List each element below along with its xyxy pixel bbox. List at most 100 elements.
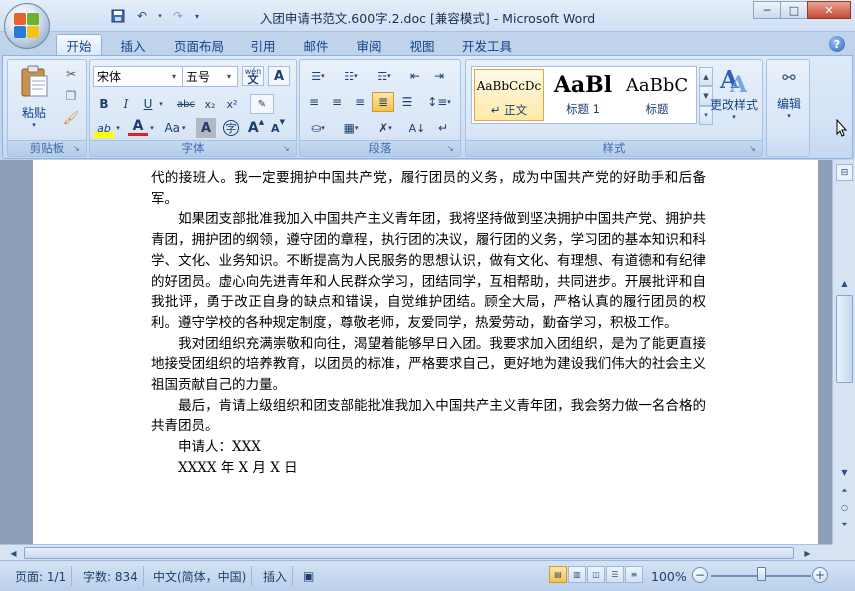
justify-button[interactable]: ≣ bbox=[372, 92, 394, 112]
font-size-combo[interactable]: 五号 ▾ bbox=[182, 66, 238, 87]
word-count[interactable]: 字数: 834 bbox=[78, 566, 144, 586]
style-heading-1[interactable]: AaBl 标题 1 bbox=[548, 69, 618, 121]
distributed-button[interactable]: ☰ bbox=[396, 92, 418, 112]
highlight-button[interactable]: ab bbox=[94, 118, 114, 138]
previous-page-icon[interactable]: ⏶ bbox=[836, 483, 853, 498]
zoom-level[interactable]: 100% bbox=[651, 566, 687, 586]
ruler-toggle-icon[interactable]: ⊟ bbox=[836, 164, 853, 181]
tab-developer[interactable]: 开发工具 bbox=[452, 34, 522, 56]
scroll-left-icon[interactable]: ◀ bbox=[6, 546, 21, 560]
character-border-button[interactable]: A bbox=[268, 66, 290, 86]
decrease-indent-button[interactable]: ⇤ bbox=[404, 66, 426, 86]
chinese-layout-button[interactable]: ✗ ▾ bbox=[370, 118, 400, 138]
close-button[interactable]: ✕ bbox=[807, 1, 851, 19]
phonetic-guide-button[interactable]: wén 文 bbox=[242, 66, 264, 86]
underline-button[interactable]: U bbox=[138, 94, 158, 114]
borders-button[interactable]: ▦ ▾ bbox=[336, 118, 366, 138]
clear-formatting-button[interactable]: ✎ bbox=[250, 94, 274, 114]
enclose-characters-button[interactable]: 字 bbox=[220, 118, 242, 138]
language-indicator[interactable]: 中文(简体，中国) bbox=[148, 566, 253, 586]
insert-mode[interactable]: 插入 bbox=[258, 566, 294, 586]
scroll-down-icon[interactable]: ▼ bbox=[836, 465, 853, 480]
format-painter-button[interactable]: 🖌 bbox=[60, 108, 82, 128]
zoom-slider-thumb[interactable] bbox=[756, 567, 766, 581]
bold-button[interactable]: B bbox=[94, 94, 114, 114]
line-spacing-button[interactable]: ↕≡ ▾ bbox=[424, 92, 454, 112]
paragraph[interactable]: 申请人：XXX bbox=[151, 437, 706, 458]
cut-button[interactable]: ✂ bbox=[60, 64, 82, 84]
font-name-combo[interactable]: 宋体 ▾ bbox=[93, 66, 183, 87]
minimize-button[interactable]: ─ bbox=[753, 1, 781, 19]
zoom-out-icon[interactable]: − bbox=[692, 567, 708, 583]
office-button[interactable] bbox=[4, 3, 50, 49]
zoom-in-icon[interactable]: + bbox=[812, 567, 828, 583]
vertical-scrollbar[interactable]: ⊟ ▲ ▼ ⏶ ○ ⏷ bbox=[832, 160, 855, 544]
show-marks-button[interactable]: ↵ bbox=[432, 118, 454, 138]
paragraph[interactable]: 如果团支部批准我加入中国共产主义青年团，我将坚持做到坚决拥护中国共产党、拥护共青… bbox=[151, 209, 706, 333]
dialog-launcher-icon[interactable]: ↘ bbox=[447, 144, 457, 154]
strikethrough-button[interactable]: abc bbox=[174, 94, 198, 114]
document-area[interactable]: 代的接班人。我一定要拥护中国共产党，履行团员的义务，成为中国共产党的好助手和后备… bbox=[0, 160, 832, 544]
scroll-up-icon[interactable]: ▲ bbox=[836, 276, 853, 291]
align-left-button[interactable]: ≡ bbox=[303, 92, 325, 112]
numbering-button[interactable]: ☷ ▾ bbox=[336, 66, 366, 86]
copy-button[interactable]: ❐ bbox=[60, 86, 82, 106]
align-right-button[interactable]: ≡ bbox=[349, 92, 371, 112]
change-styles-button[interactable]: A A 更改样式 ▾ bbox=[706, 64, 762, 121]
shading-button[interactable]: ⛀ ▾ bbox=[303, 118, 333, 138]
print-layout-icon[interactable]: ▤ bbox=[549, 566, 567, 583]
maximize-button[interactable]: □ bbox=[780, 1, 808, 19]
paragraph[interactable]: 最后，肯请上级组织和团支部能批准我加入中国共产主义青年团，我会努力做一名合格的共… bbox=[151, 396, 706, 437]
draft-icon[interactable]: ≡ bbox=[625, 566, 643, 583]
paste-button[interactable]: 粘贴 ▾ bbox=[14, 64, 54, 129]
full-screen-reading-icon[interactable]: ▥ bbox=[568, 566, 586, 583]
paragraph[interactable]: 代的接班人。我一定要拥护中国共产党，履行团员的义务，成为中国共产党的好助手和后备… bbox=[151, 168, 706, 209]
superscript-button[interactable]: x² bbox=[222, 94, 242, 114]
tab-references[interactable]: 引用 bbox=[240, 34, 286, 56]
sort-button[interactable]: A↓ bbox=[406, 118, 428, 138]
outline-icon[interactable]: ☰ bbox=[606, 566, 624, 583]
next-page-icon[interactable]: ⏷ bbox=[836, 517, 853, 532]
page-count[interactable]: 页面: 1/1 bbox=[10, 566, 73, 586]
bullets-button[interactable]: ☰ ▾ bbox=[303, 66, 333, 86]
increase-indent-button[interactable]: ⇥ bbox=[428, 66, 450, 86]
horizontal-scroll-thumb[interactable] bbox=[24, 547, 794, 559]
macro-record-icon[interactable]: ▣ bbox=[298, 566, 319, 586]
style-title[interactable]: AaBbC 标题 bbox=[622, 69, 692, 121]
enclose-characters-icon: 字 bbox=[223, 120, 239, 136]
font-color-dropdown-icon[interactable]: ▾ bbox=[148, 118, 156, 138]
tab-home[interactable]: 开始 bbox=[56, 34, 102, 56]
character-shading-button[interactable]: A bbox=[196, 118, 216, 138]
tab-review[interactable]: 审阅 bbox=[346, 34, 392, 56]
align-center-button[interactable]: ≡ bbox=[326, 92, 348, 112]
paragraph[interactable]: 我对团组织充满崇敬和向往，渴望着能够早日入团。我要求加入团组织，是为了能更直接地… bbox=[151, 334, 706, 396]
style-normal[interactable]: AaBbCcDc ↵ 正文 bbox=[474, 69, 544, 121]
help-icon[interactable]: ? bbox=[829, 36, 845, 52]
italic-button[interactable]: I bbox=[116, 94, 136, 114]
paragraph[interactable]: XXXX 年 X 月 X 日 bbox=[151, 458, 706, 479]
dialog-launcher-icon[interactable]: ↘ bbox=[283, 144, 293, 154]
tab-view[interactable]: 视图 bbox=[399, 34, 445, 56]
change-case-button[interactable]: Aa ▾ bbox=[160, 118, 190, 138]
vertical-scroll-thumb[interactable] bbox=[836, 295, 853, 383]
shrink-font-button[interactable]: A ▼ bbox=[268, 118, 288, 138]
tab-page-layout[interactable]: 页面布局 bbox=[164, 34, 234, 56]
highlight-dropdown-icon[interactable]: ▾ bbox=[114, 118, 122, 138]
dialog-launcher-icon[interactable]: ↘ bbox=[73, 144, 83, 154]
tab-mailings[interactable]: 邮件 bbox=[293, 34, 339, 56]
subscript-button[interactable]: x₂ bbox=[200, 94, 220, 114]
editing-button[interactable]: ⚯ 编辑 ▾ bbox=[769, 68, 809, 120]
multilevel-list-button[interactable]: ☶ ▾ bbox=[369, 66, 399, 86]
document-page[interactable]: 代的接班人。我一定要拥护中国共产党，履行团员的义务，成为中国共产党的好助手和后备… bbox=[33, 160, 818, 544]
mouse-cursor-icon bbox=[836, 118, 848, 141]
document-body[interactable]: 代的接班人。我一定要拥护中国共产党，履行团员的义务，成为中国共产党的好助手和后备… bbox=[151, 168, 706, 479]
grow-font-button[interactable]: A ▲ bbox=[246, 118, 266, 138]
underline-dropdown-icon[interactable]: ▾ bbox=[156, 94, 166, 114]
dialog-launcher-icon[interactable]: ↘ bbox=[749, 144, 759, 154]
horizontal-scrollbar[interactable]: ◀ ▶ bbox=[0, 544, 832, 560]
select-browse-object-icon[interactable]: ○ bbox=[836, 500, 853, 515]
tab-insert[interactable]: 插入 bbox=[110, 34, 156, 56]
font-color-button[interactable]: A bbox=[128, 118, 148, 136]
scroll-right-icon[interactable]: ▶ bbox=[800, 546, 815, 560]
web-layout-icon[interactable]: ◫ bbox=[587, 566, 605, 583]
